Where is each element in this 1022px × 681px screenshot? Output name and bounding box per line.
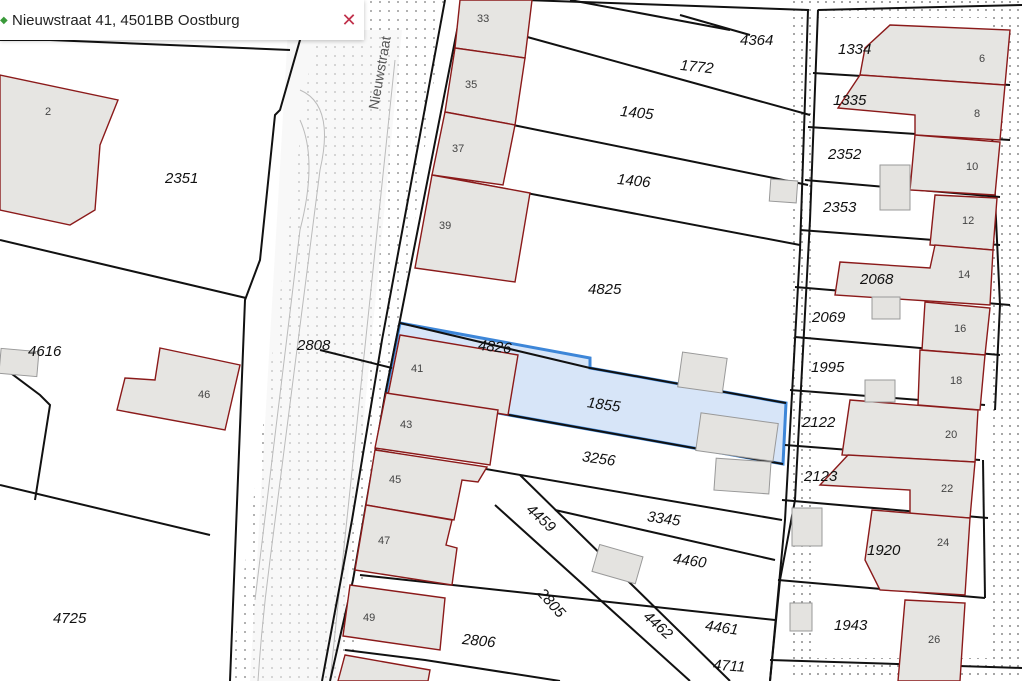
house-number: 26	[928, 634, 940, 646]
house-number: 33	[477, 13, 489, 25]
parcel-number: 2352	[827, 146, 862, 163]
parcel-number: 2806	[460, 631, 497, 652]
house-number: 2	[45, 106, 51, 118]
close-icon[interactable]: ✕	[334, 10, 364, 31]
parcel-number: 2351	[164, 170, 198, 187]
house-number: 35	[465, 79, 477, 91]
parcel-number: 1995	[811, 359, 845, 376]
parcel-number: 1335	[833, 92, 867, 109]
parcel-number: 4826	[477, 337, 513, 357]
location-marker-icon: ◆	[0, 14, 8, 26]
parcel-number: 4616	[28, 343, 62, 360]
house-number: 22	[941, 483, 953, 495]
address-search-box[interactable]: ◆ Nieuwstraat 41, 4501BB Oostburg ✕	[0, 0, 364, 40]
parcel-number: 4711	[712, 657, 745, 676]
parcel-number: 3345	[646, 508, 682, 530]
parcel-number: 1772	[679, 57, 715, 77]
house-number: 49	[363, 612, 375, 624]
house-number: 39	[439, 220, 451, 232]
parcel-number: 2808	[296, 337, 331, 354]
parcel-number: 2123	[803, 468, 838, 485]
parcel-number: 4725	[53, 610, 87, 627]
parcel-number: 4825	[588, 281, 622, 298]
house-number: 46	[198, 389, 210, 401]
parcel-number: 3256	[581, 448, 617, 470]
house-number: 12	[962, 215, 974, 227]
house-number: 8	[974, 108, 980, 120]
house-number: 47	[378, 535, 390, 547]
parcel-number: 4460	[672, 550, 708, 572]
house-number: 45	[389, 474, 401, 486]
house-number: 10	[966, 161, 978, 173]
house-number: 16	[954, 323, 966, 335]
house-number: 20	[945, 429, 957, 441]
parcel-number: 1334	[838, 41, 871, 58]
parcel-number: 4364	[740, 32, 773, 49]
parcel-number: 4462	[640, 608, 677, 643]
parcel-number: 1943	[834, 617, 868, 634]
parcel-number: 4461	[704, 617, 739, 638]
house-number: 14	[958, 269, 970, 281]
parcel-number: 1920	[867, 542, 901, 559]
parcel-number: 1406	[616, 171, 652, 191]
cadastral-map[interactable]: Nieuwstraat 1772 4364 1405 1406 4825 482…	[0, 0, 1022, 681]
address-text[interactable]: Nieuwstraat 41, 4501BB Oostburg	[12, 12, 334, 29]
house-number: 41	[411, 363, 423, 375]
parcel-number: 2805	[533, 584, 569, 621]
house-number: 18	[950, 375, 962, 387]
parcel-number: 2068	[859, 271, 894, 288]
parcel-number: 2122	[801, 414, 836, 431]
parcel-number: 2069	[811, 309, 846, 326]
house-number: 37	[452, 143, 464, 155]
house-number: 43	[400, 419, 412, 431]
parcel-number: 2353	[822, 199, 857, 216]
house-number: 6	[979, 53, 985, 65]
house-number: 24	[937, 537, 949, 549]
parcel-number: 4459	[523, 501, 560, 536]
parcel-number: 1405	[619, 103, 655, 123]
